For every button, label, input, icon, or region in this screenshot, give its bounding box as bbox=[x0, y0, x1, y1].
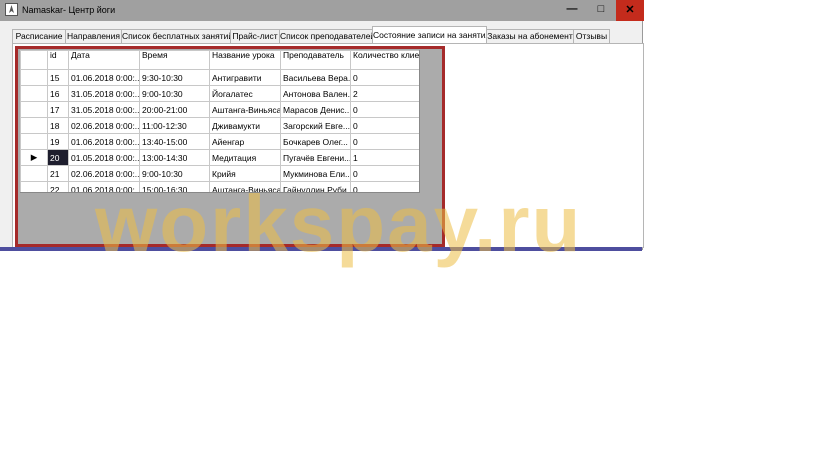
column-header-teacher[interactable]: Преподаватель bbox=[280, 50, 351, 70]
table-row[interactable]: 16 31.05.2018 0:00:... 9:00-10:30 Йогалатес… bbox=[20, 85, 419, 102]
watermark: workspay.ru bbox=[95, 179, 583, 268]
cell-time[interactable]: 13:40-15:00 bbox=[139, 133, 210, 150]
window-title: Namaskar- Центр йоги bbox=[22, 5, 116, 15]
cell-teacher[interactable]: Бочкарев Олег... bbox=[280, 133, 351, 150]
tab-schedule[interactable]: Расписание bbox=[12, 29, 66, 43]
cell-clients[interactable]: 0 bbox=[350, 117, 419, 134]
cell-time[interactable]: 9:30-10:30 bbox=[139, 69, 210, 86]
cell-id[interactable]: 20 bbox=[47, 149, 69, 166]
close-icon: ✕ bbox=[625, 4, 635, 16]
cell-lesson[interactable]: Антигравити bbox=[209, 69, 281, 86]
cell-time[interactable]: 13:00-14:30 bbox=[139, 149, 210, 166]
maximize-button[interactable]: □ bbox=[586, 0, 616, 21]
tab-enrollment-status[interactable]: Состояние записи на занятия bbox=[372, 26, 487, 43]
cell-id[interactable]: 19 bbox=[47, 133, 69, 150]
enrollment-table: id Дата Время Название урока Преподавате… bbox=[20, 50, 419, 192]
cell-date[interactable]: 31.05.2018 0:00:... bbox=[68, 101, 140, 118]
table-row[interactable]: 19 01.06.2018 0:00:... 13:40-15:00 Айенгар Б… bbox=[20, 133, 419, 150]
cell-lesson[interactable]: Дживамукти bbox=[209, 117, 281, 134]
cell-clients[interactable]: 2 bbox=[350, 85, 419, 102]
cell-clients[interactable]: 0 bbox=[350, 101, 419, 118]
cell-teacher[interactable]: Загорский Евге... bbox=[280, 117, 351, 134]
row-header[interactable] bbox=[20, 165, 48, 182]
column-header-date[interactable]: Дата bbox=[68, 50, 140, 70]
current-row-marker-icon[interactable]: ▶ bbox=[20, 149, 48, 166]
cell-id[interactable]: 15 bbox=[47, 69, 69, 86]
cell-clients[interactable]: 0 bbox=[350, 69, 419, 86]
cell-clients[interactable]: 0 bbox=[350, 133, 419, 150]
cell-date[interactable]: 01.06.2018 0:00:... bbox=[68, 133, 140, 150]
header-row: id Дата Время Название урока Преподавате… bbox=[20, 50, 419, 70]
minimize-button[interactable]: — bbox=[557, 0, 587, 21]
cell-lesson[interactable]: Айенгар bbox=[209, 133, 281, 150]
column-header-time[interactable]: Время bbox=[139, 50, 210, 70]
cell-teacher[interactable]: Марасов Денис... bbox=[280, 101, 351, 118]
cell-id[interactable]: 21 bbox=[47, 165, 69, 182]
cell-id[interactable]: 18 bbox=[47, 117, 69, 134]
cell-lesson[interactable]: Аштанга-Виньяса bbox=[209, 101, 281, 118]
cell-date[interactable]: 31.05.2018 0:00:... bbox=[68, 85, 140, 102]
column-header-id[interactable]: id bbox=[47, 50, 69, 70]
tab-teachers[interactable]: Список преподавателей bbox=[279, 29, 373, 43]
tab-price-list[interactable]: Прайс-лист bbox=[230, 29, 280, 43]
table-row[interactable]: 15 01.06.2018 0:00:... 9:30-10:30 Антиграви… bbox=[20, 69, 419, 86]
table-row[interactable]: 18 02.06.2018 0:00:... 11:00-12:30 Дживамук… bbox=[20, 117, 419, 134]
row-header[interactable] bbox=[20, 181, 48, 192]
column-header-lesson[interactable]: Название урока bbox=[209, 50, 281, 70]
row-header[interactable] bbox=[20, 69, 48, 86]
row-header-corner bbox=[20, 50, 48, 70]
tab-reviews[interactable]: Отзывы bbox=[573, 29, 610, 43]
cell-lesson[interactable]: Йогалатес bbox=[209, 85, 281, 102]
enrollment-grid[interactable]: id Дата Время Название урока Преподавате… bbox=[20, 50, 420, 193]
maximize-icon: □ bbox=[597, 3, 605, 15]
title-bar[interactable]: Namaskar- Центр йоги — □ ✕ bbox=[0, 0, 644, 21]
cell-date[interactable]: 01.06.2018 0:00:... bbox=[68, 69, 140, 86]
cell-time[interactable]: 9:00-10:30 bbox=[139, 85, 210, 102]
cell-teacher[interactable]: Васильева Вера... bbox=[280, 69, 351, 86]
cell-time[interactable]: 11:00-12:30 bbox=[139, 117, 210, 134]
table-row[interactable]: ▶ 20 01.05.2018 0:00:... 13:00-14:30 Медитац… bbox=[20, 149, 419, 166]
cell-lesson[interactable]: Медитация bbox=[209, 149, 281, 166]
grid-body: 15 01.06.2018 0:00:... 9:30-10:30 Антиграви… bbox=[20, 69, 419, 192]
minimize-icon: — bbox=[566, 3, 578, 15]
cell-id[interactable]: 16 bbox=[47, 85, 69, 102]
row-header[interactable] bbox=[20, 117, 48, 134]
app-icon bbox=[5, 3, 18, 16]
table-row[interactable]: 17 31.05.2018 0:00:... 20:00-21:00 Аштанга-… bbox=[20, 101, 419, 118]
tab-directions[interactable]: Направления bbox=[65, 29, 122, 43]
row-header[interactable] bbox=[20, 85, 48, 102]
tab-subscription-orders[interactable]: Заказы на абонемент bbox=[486, 29, 574, 43]
cell-time[interactable]: 20:00-21:00 bbox=[139, 101, 210, 118]
cell-date[interactable]: 01.05.2018 0:00:... bbox=[68, 149, 140, 166]
close-button[interactable]: ✕ bbox=[616, 0, 644, 21]
column-header-clients[interactable]: Количество клиентов bbox=[350, 50, 419, 70]
row-header[interactable] bbox=[20, 101, 48, 118]
cell-date[interactable]: 02.06.2018 0:00:... bbox=[68, 117, 140, 134]
cell-teacher[interactable]: Пугачёв Евгени... bbox=[280, 149, 351, 166]
cell-id[interactable]: 22 bbox=[47, 181, 69, 192]
tab-free-classes[interactable]: Список бесплатных занятий bbox=[121, 29, 231, 43]
cell-clients[interactable]: 1 bbox=[350, 149, 419, 166]
cell-teacher[interactable]: Антонова Вален... bbox=[280, 85, 351, 102]
cell-id[interactable]: 17 bbox=[47, 101, 69, 118]
row-header[interactable] bbox=[20, 133, 48, 150]
